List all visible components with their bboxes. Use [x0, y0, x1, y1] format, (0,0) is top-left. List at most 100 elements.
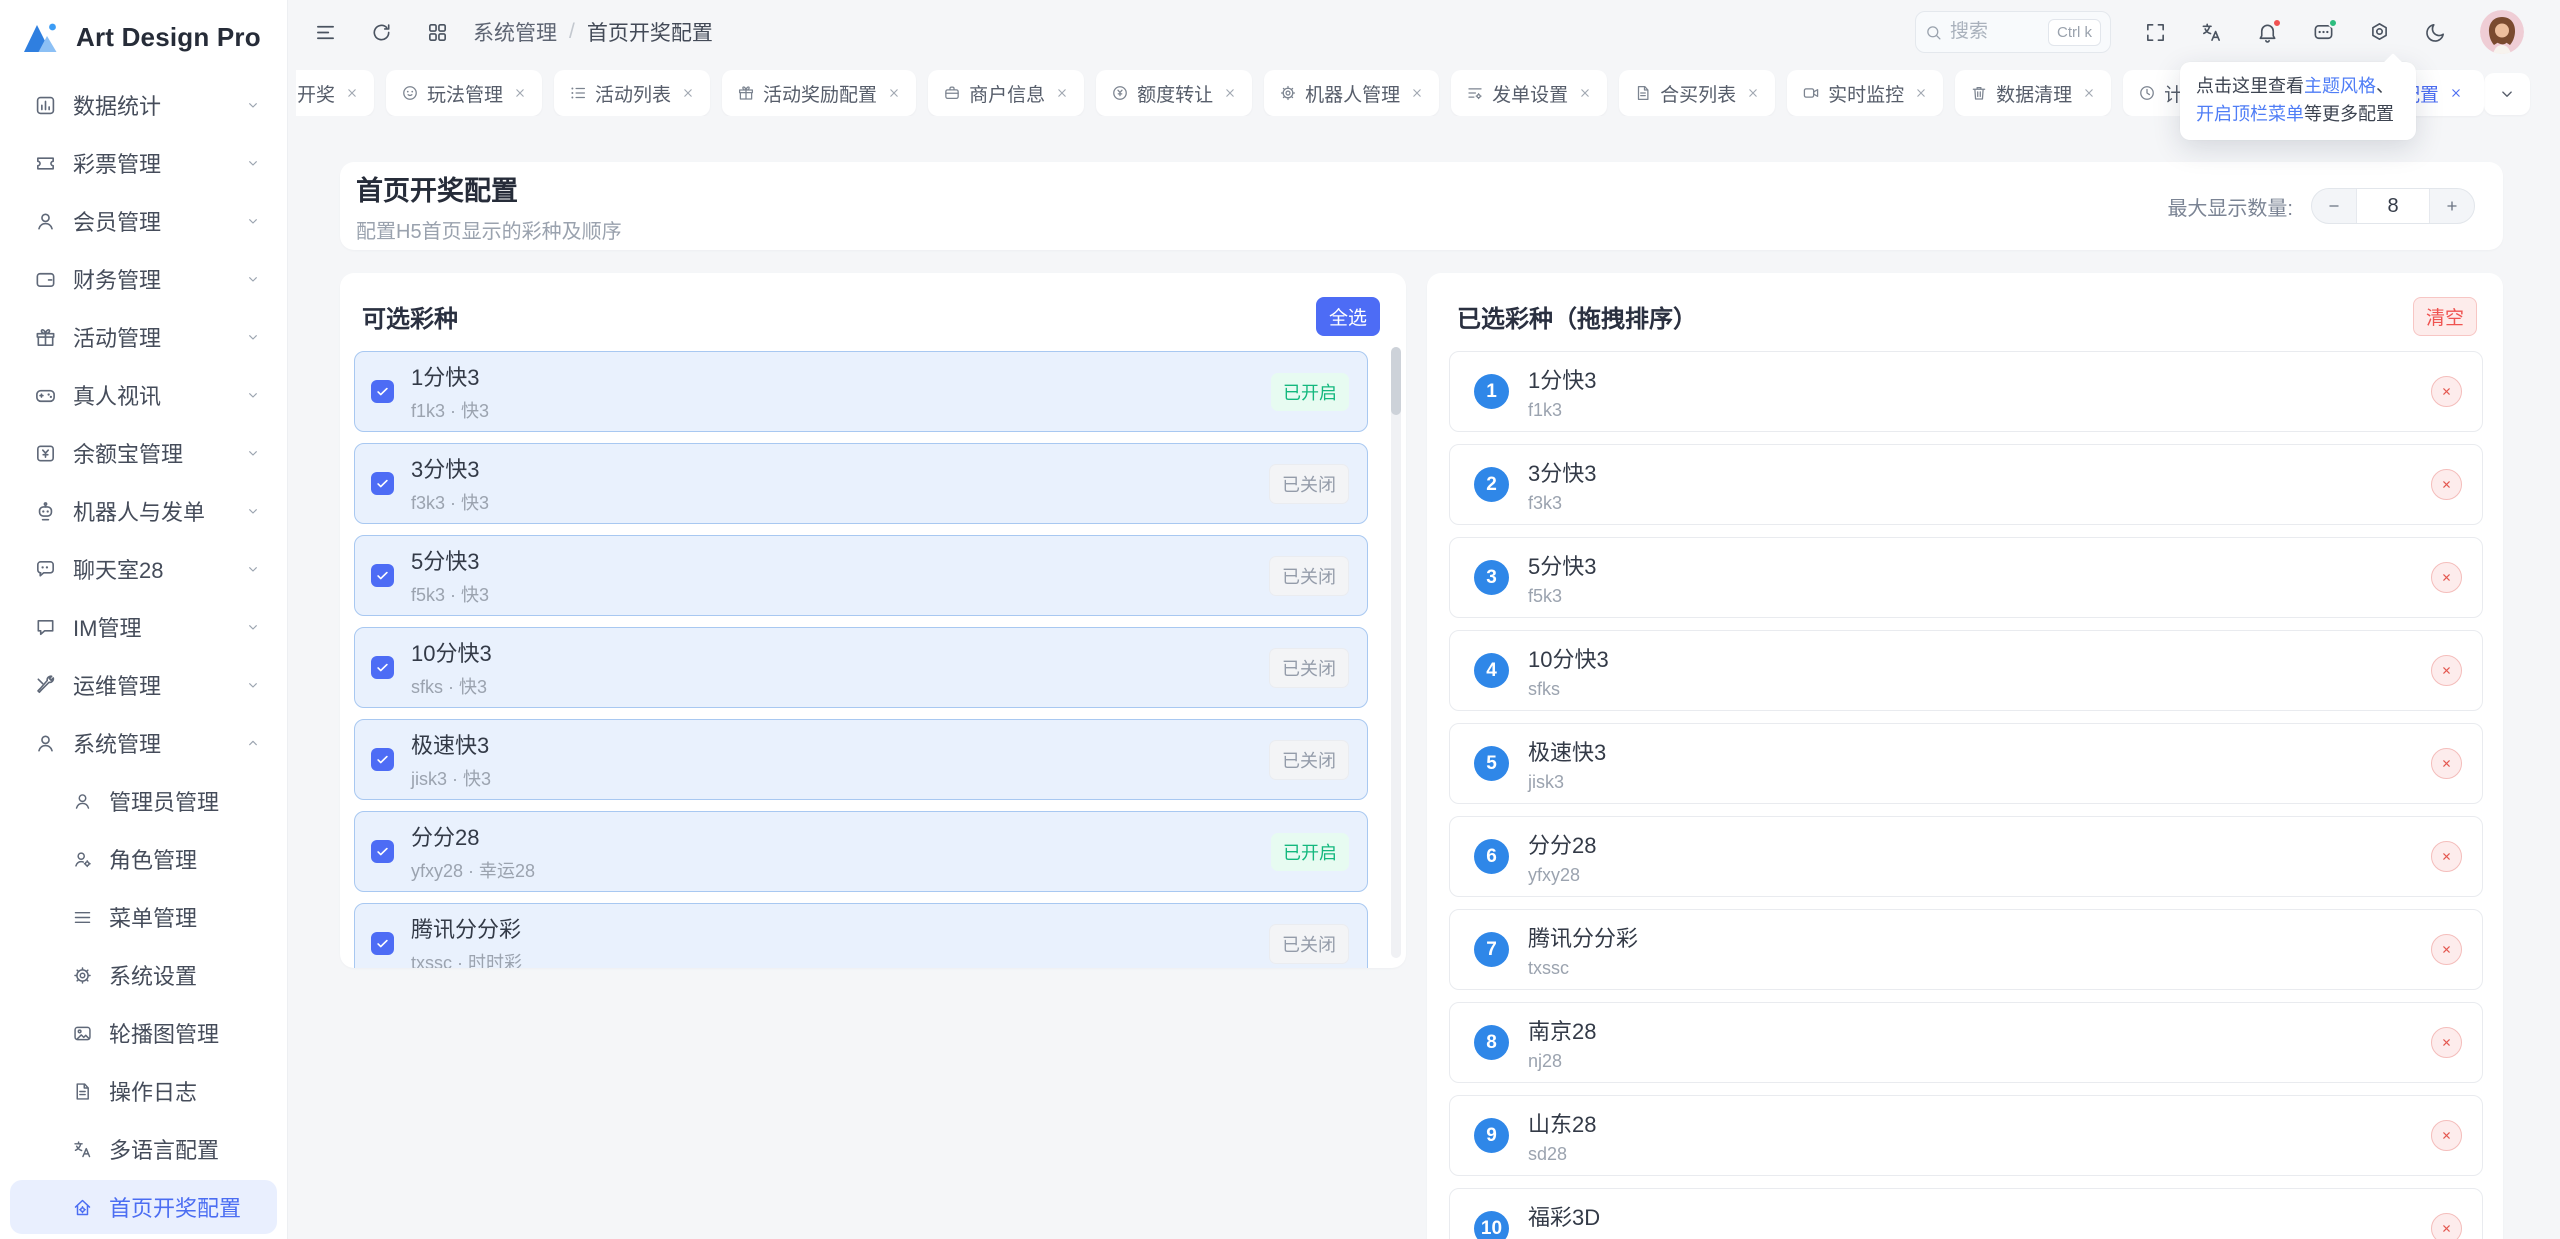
fullscreen-button[interactable] — [2144, 21, 2167, 44]
sidebar-item-im-manage[interactable]: IM管理 — [0, 598, 287, 656]
sidebar-item-system-manage[interactable]: 系统管理 — [0, 714, 287, 772]
checkbox-checked[interactable] — [371, 380, 394, 403]
sidebar-item-ops-manage[interactable]: 运维管理 — [0, 656, 287, 714]
sidebar-item-member-manage[interactable]: 会员管理 — [0, 192, 287, 250]
selected-item-fc3d[interactable]: 10福彩3Dfc3d — [1449, 1188, 2483, 1239]
available-item-jisk3[interactable]: 极速快3jisk3 · 快3已关闭 — [354, 719, 1368, 800]
selected-item-nj28[interactable]: 8南京28nj28 — [1449, 1002, 2483, 1083]
available-item-sfks[interactable]: 10分快3sfks · 快3已关闭 — [354, 627, 1368, 708]
remove-button[interactable] — [2431, 655, 2462, 686]
collapse-menu-button[interactable] — [314, 21, 337, 44]
available-item-f1k3[interactable]: 1分快3f1k3 · 快3已开启 — [354, 351, 1368, 432]
tab-order-settings[interactable]: 发单设置 — [1451, 70, 1607, 116]
sidebar-item-chatroom28[interactable]: 聊天室28 — [0, 540, 287, 598]
selected-item-yfxy28[interactable]: 6分分28yfxy28 — [1449, 816, 2483, 897]
sidebar-item-system-settings[interactable]: 系统设置 — [0, 946, 287, 1004]
apps-grid-button[interactable] — [426, 21, 449, 44]
remove-button[interactable] — [2431, 934, 2462, 965]
sidebar-item-yuebao-manage[interactable]: 余额宝管理 — [0, 424, 287, 482]
checkbox-checked[interactable] — [371, 564, 394, 587]
tab-close-icon[interactable] — [1746, 86, 1760, 100]
sidebar-item-menu-manage[interactable]: 菜单管理 — [0, 888, 287, 946]
selected-item-sd28[interactable]: 9山东28sd28 — [1449, 1095, 2483, 1176]
sidebar-item-robot-orders[interactable]: 机器人与发单 — [0, 482, 287, 540]
tab-close-icon[interactable] — [1578, 86, 1592, 100]
sidebar-item-carousel-manage[interactable]: 轮播图管理 — [0, 1004, 287, 1062]
search-box[interactable]: Ctrl k — [1915, 11, 2111, 53]
stepper-increase-button[interactable] — [2430, 189, 2474, 223]
tab-close-icon[interactable] — [681, 86, 695, 100]
breadcrumb-parent[interactable]: 系统管理 — [473, 17, 557, 47]
remove-button[interactable] — [2431, 469, 2462, 500]
tab-close-icon[interactable] — [345, 86, 359, 100]
selected-item-jisk3[interactable]: 5极速快3jisk3 — [1449, 723, 2483, 804]
tab-overflow-button[interactable] — [2484, 73, 2530, 115]
tab-close-icon[interactable] — [1055, 86, 1069, 100]
checkbox-checked[interactable] — [371, 748, 394, 771]
tab-close-icon[interactable] — [1914, 86, 1928, 100]
remove-button[interactable] — [2431, 1027, 2462, 1058]
messages-button[interactable] — [2312, 21, 2335, 44]
sidebar-item-lottery-manage[interactable]: 彩票管理 — [0, 134, 287, 192]
check-icon — [375, 384, 390, 399]
remove-button[interactable] — [2431, 1213, 2462, 1239]
tab-close-icon[interactable] — [1223, 86, 1237, 100]
selected-item-f1k3[interactable]: 11分快3f1k3 — [1449, 351, 2483, 432]
tab-activity-reward[interactable]: 活动奖励配置 — [722, 70, 916, 116]
language-button[interactable] — [2200, 21, 2223, 44]
sidebar-item-operation-logs[interactable]: 操作日志 — [0, 1062, 287, 1120]
sidebar-item-role-manage[interactable]: 角色管理 — [0, 830, 287, 888]
select-all-button[interactable]: 全选 — [1316, 297, 1380, 336]
tab-close-icon[interactable] — [2449, 86, 2463, 100]
checkbox-checked[interactable] — [371, 656, 394, 679]
settings-button[interactable] — [2368, 21, 2391, 44]
available-item-f3k3[interactable]: 3分快3f3k3 · 快3已关闭 — [354, 443, 1368, 524]
tab-play-manage[interactable]: 玩法管理 — [386, 70, 542, 116]
tab-close-icon[interactable] — [2082, 86, 2096, 100]
remove-button[interactable] — [2431, 748, 2462, 779]
tab-merchant-info[interactable]: 商户信息 — [928, 70, 1084, 116]
tab-activity-list[interactable]: 活动列表 — [554, 70, 710, 116]
tab-close-icon[interactable] — [1410, 86, 1424, 100]
tab-close-icon[interactable] — [513, 86, 527, 100]
selected-item-sfks[interactable]: 410分快3sfks — [1449, 630, 2483, 711]
user-avatar[interactable] — [2480, 10, 2524, 54]
remove-button[interactable] — [2431, 376, 2462, 407]
checkbox-checked[interactable] — [371, 932, 394, 955]
remove-button[interactable] — [2431, 1120, 2462, 1151]
selected-item-f5k3[interactable]: 35分快3f5k3 — [1449, 537, 2483, 618]
tab-realtime-monitor[interactable]: 实时监控 — [1787, 70, 1943, 116]
remove-button[interactable] — [2431, 841, 2462, 872]
available-item-yfxy28[interactable]: 分分28yfxy28 · 幸运28已开启 — [354, 811, 1368, 892]
checkbox-checked[interactable] — [371, 840, 394, 863]
tab-data-clean[interactable]: 数据清理 — [1955, 70, 2111, 116]
tooltip-link[interactable]: 主题风格 — [2304, 76, 2376, 96]
checkbox-checked[interactable] — [371, 472, 394, 495]
selected-item-txssc[interactable]: 7腾讯分分彩txssc — [1449, 909, 2483, 990]
sidebar-item-activity-manage[interactable]: 活动管理 — [0, 308, 287, 366]
dark-mode-button[interactable] — [2424, 21, 2447, 44]
sidebar-item-admin-manage[interactable]: 管理员管理 — [0, 772, 287, 830]
sidebar-item-data-stats[interactable]: 数据统计 — [0, 76, 287, 134]
tab-group-buy-list[interactable]: 合买列表 — [1619, 70, 1775, 116]
selected-item-f3k3[interactable]: 23分快3f3k3 — [1449, 444, 2483, 525]
refresh-button[interactable] — [370, 21, 393, 44]
tab-lottery-draw[interactable]: 开奖 — [296, 70, 374, 116]
stepper-decrease-button[interactable] — [2312, 189, 2356, 223]
tab-quota-transfer[interactable]: 额度转让 — [1096, 70, 1252, 116]
scrollbar-thumb[interactable] — [1391, 347, 1401, 415]
tab-close-icon[interactable] — [887, 86, 901, 100]
remove-button[interactable] — [2431, 562, 2462, 593]
notifications-button[interactable] — [2256, 21, 2279, 44]
available-item-txssc[interactable]: 腾讯分分彩txssc · 时时彩已关闭 — [354, 903, 1368, 968]
sidebar-item-live-video[interactable]: 真人视讯 — [0, 366, 287, 424]
clear-button[interactable]: 清空 — [2413, 297, 2477, 336]
sidebar-item-finance-manage[interactable]: 财务管理 — [0, 250, 287, 308]
search-input[interactable] — [1950, 21, 2016, 43]
sidebar-item-home-lottery-config[interactable]: 首页开奖配置 — [10, 1180, 277, 1234]
tab-robot-manage[interactable]: 机器人管理 — [1264, 70, 1439, 116]
listdots-icon — [569, 84, 587, 102]
available-item-f5k3[interactable]: 5分快3f5k3 · 快3已关闭 — [354, 535, 1368, 616]
tooltip-link[interactable]: 开启顶栏菜单 — [2196, 104, 2304, 124]
sidebar-item-i18n-config[interactable]: 多语言配置 — [0, 1120, 287, 1178]
